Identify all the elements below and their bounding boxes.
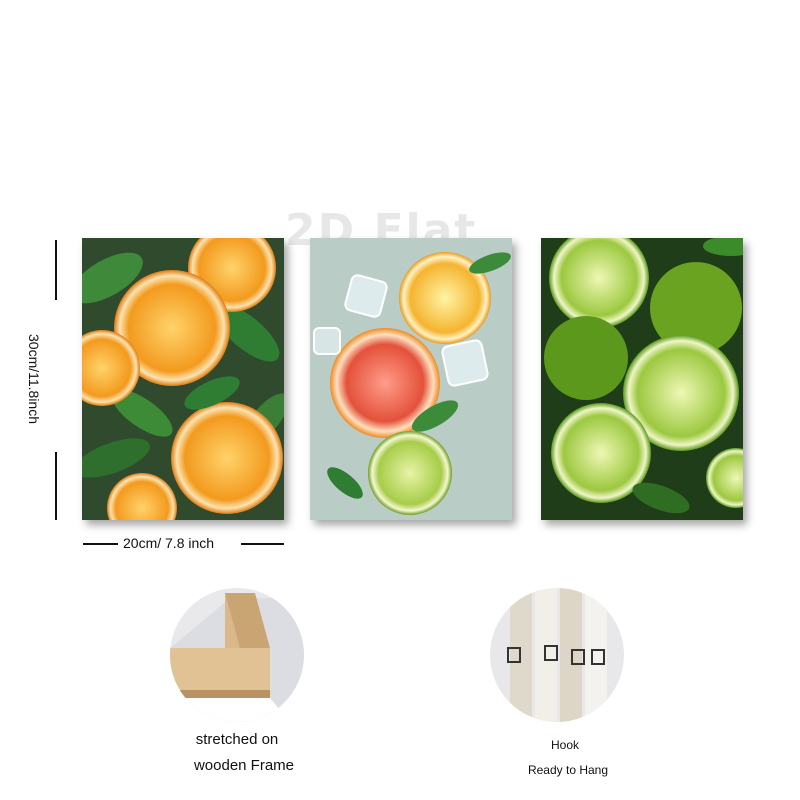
- hook-caption-line2: Ready to Hang: [527, 763, 609, 777]
- canvas-panel-oranges: [82, 238, 284, 520]
- width-dimension-line-left: [83, 543, 118, 545]
- frame-caption-line2: wooden Frame: [193, 757, 295, 774]
- wooden-frame-detail-image: [170, 588, 304, 722]
- limes-artwork: [541, 238, 743, 520]
- height-dimension-label: 30cm/11.8inch: [26, 333, 42, 425]
- citrus-ice-artwork: [310, 238, 512, 520]
- frame-caption-line1: stretched on: [195, 731, 279, 748]
- canvas-panel-limes: [541, 238, 743, 520]
- height-dimension-line-top: [55, 240, 57, 300]
- hook-detail-image: [490, 588, 624, 722]
- canvas-panel-citrus-ice: [310, 238, 512, 520]
- width-dimension-label: 20cm/ 7.8 inch: [123, 535, 215, 551]
- hook-icon: [490, 588, 624, 722]
- oranges-artwork: [82, 238, 284, 520]
- width-dimension-line-right: [241, 543, 284, 545]
- height-dimension-line-bottom: [55, 452, 57, 520]
- hook-caption-line1: Hook: [550, 738, 580, 752]
- wooden-frame-icon: [170, 588, 304, 722]
